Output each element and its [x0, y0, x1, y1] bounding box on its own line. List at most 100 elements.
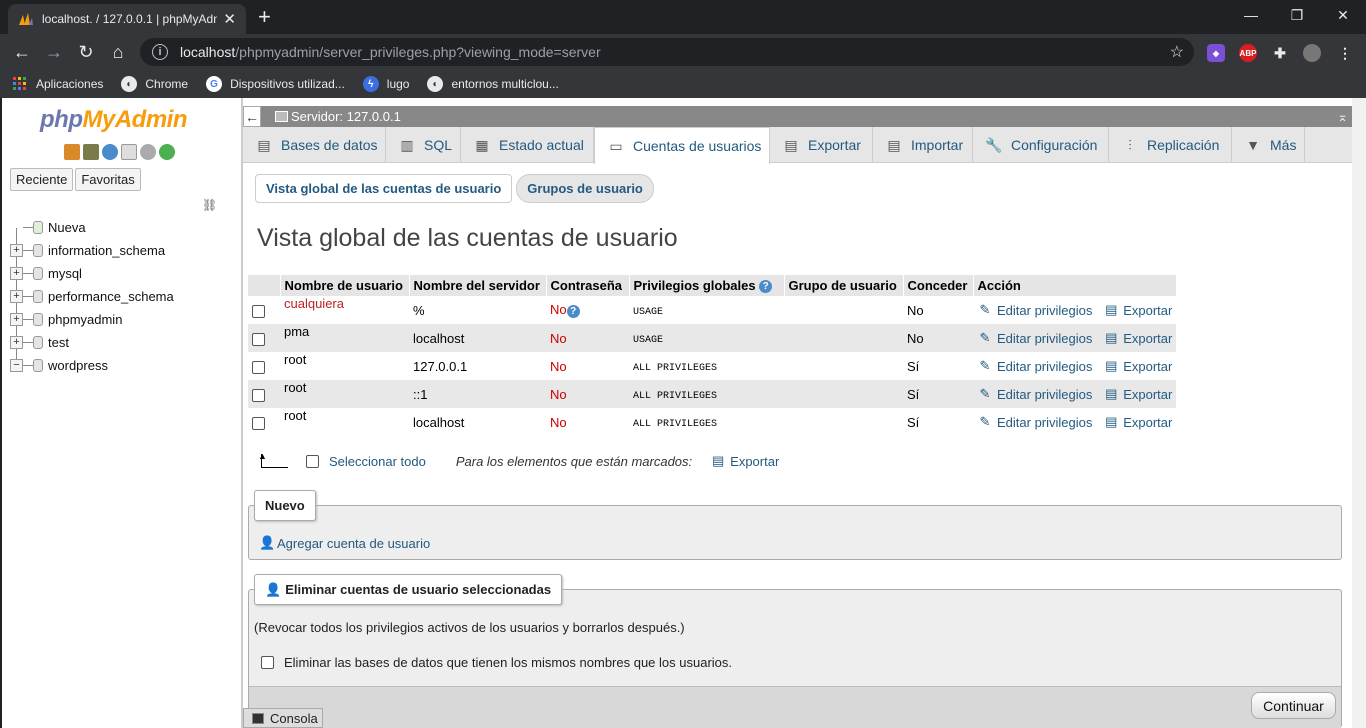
expand-icon[interactable]: +	[10, 313, 23, 326]
form-footer	[249, 686, 1341, 728]
console-toggle[interactable]: Consola	[243, 708, 323, 728]
tab-user-accounts[interactable]: ▭ Cuentas de usuarios	[594, 127, 770, 164]
docs-icon[interactable]	[121, 144, 137, 160]
header-user-group[interactable]: Grupo de usuario	[784, 275, 904, 296]
forward-icon[interactable]: →	[41, 40, 67, 64]
tab-title: localhost. / 127.0.0.1 | phpMyAdn	[42, 12, 218, 26]
tab-replication[interactable]: ⫶ Replicación	[1109, 127, 1232, 163]
export-link[interactable]: ▤ Exportar	[1103, 386, 1172, 402]
expand-icon[interactable]: +	[10, 244, 23, 257]
phpmyadmin-logo[interactable]: phpMyAdmin	[40, 106, 187, 134]
collapse-icon[interactable]: −	[10, 359, 23, 372]
tab-import[interactable]: ▤ Importar	[873, 127, 973, 163]
export-link[interactable]: ▤ Exportar	[1103, 330, 1172, 346]
drop-db-checkbox[interactable]	[261, 656, 274, 669]
subtab-user-groups[interactable]: Grupos de usuario	[516, 174, 654, 203]
export-link[interactable]: ▤ Exportar	[1103, 302, 1172, 318]
window-close-icon[interactable]: ✕	[1320, 0, 1366, 30]
edit-privileges-link[interactable]: ✎ Editar privilegios	[977, 302, 1093, 318]
export-link[interactable]: ▤ Exportar	[1103, 358, 1172, 374]
tree-item-performance-schema[interactable]: + performance_schema	[10, 285, 174, 308]
edit-privileges-link[interactable]: ✎ Editar privilegios	[977, 414, 1093, 430]
page-scrollbar[interactable]	[1352, 98, 1366, 728]
tab-export[interactable]: ▤ Exportar	[770, 127, 873, 163]
expand-icon[interactable]: +	[10, 290, 23, 303]
profile-avatar[interactable]	[1303, 44, 1321, 62]
scroll-top-icon[interactable]: ⌅	[1337, 109, 1348, 125]
home-icon[interactable]	[64, 144, 80, 160]
header-action: Acción	[973, 275, 1177, 296]
add-user-link[interactable]: 👤 Agregar cuenta de usuario	[259, 535, 430, 551]
navigation-pane: phpMyAdmin Reciente Favoritas ⛓ Nueva + …	[2, 98, 241, 728]
site-info-icon[interactable]: i	[152, 44, 168, 60]
header-password[interactable]: Contraseña	[546, 275, 630, 296]
tree-item-mysql[interactable]: + mysql	[10, 262, 174, 285]
header-global-privileges[interactable]: Privilegios globales ?	[629, 275, 785, 296]
bookmark-chrome[interactable]: ◐ Chrome	[121, 76, 188, 92]
link-chain-icon[interactable]: ⛓	[202, 198, 217, 212]
export-selected-button[interactable]: ▤ Exportar	[710, 453, 779, 469]
tree-item-wordpress[interactable]: − wordpress	[10, 354, 174, 377]
bookmark-lugo[interactable]: ϟ lugo	[362, 76, 409, 92]
expand-icon[interactable]: +	[10, 336, 23, 349]
help-icon[interactable]: ?	[759, 280, 773, 294]
add-user-icon: 👤	[259, 535, 276, 550]
username: root	[284, 407, 307, 423]
extensions-puzzle-icon[interactable]: ✚	[1271, 44, 1289, 62]
subtab-overview[interactable]: Vista global de las cuentas de usuario	[255, 174, 513, 203]
select-all-checkbox[interactable]	[306, 454, 319, 468]
minimize-icon[interactable]: —	[1228, 0, 1274, 30]
extension-cube-icon[interactable]: ◆	[1207, 44, 1225, 62]
reload-icon[interactable]: ↻	[73, 40, 99, 64]
help-icon[interactable]	[102, 144, 118, 160]
help-icon[interactable]: ?	[566, 304, 580, 318]
pane-divider[interactable]	[241, 98, 243, 728]
tree-item-test[interactable]: + test	[10, 331, 174, 354]
browser-tab[interactable]: localhost. / 127.0.0.1 | phpMyAdn ✕	[8, 4, 246, 34]
drop-db-label[interactable]: Eliminar las bases de datos que tienen l…	[284, 655, 732, 670]
back-icon[interactable]: ←	[9, 40, 35, 64]
tab-databases[interactable]: ▤ Bases de datos	[243, 127, 386, 163]
bookmark-dispositivos[interactable]: G Dispositivos utilizad...	[206, 76, 345, 92]
restore-icon[interactable]: ❐	[1274, 0, 1320, 30]
adblock-icon[interactable]: ABP	[1239, 44, 1257, 62]
logout-icon[interactable]	[83, 144, 99, 160]
gear-icon[interactable]	[140, 144, 156, 160]
menu-dots-icon[interactable]: ⋮	[1336, 44, 1354, 62]
tree-item-new[interactable]: Nueva	[10, 216, 174, 239]
bookmark-star-icon[interactable]: ☆	[1170, 42, 1184, 62]
header-username[interactable]: Nombre de usuario	[280, 275, 410, 296]
tab-recent[interactable]: Reciente	[10, 168, 74, 191]
row-checkbox[interactable]	[252, 304, 265, 318]
row-select-cell	[248, 324, 280, 352]
new-tab-button[interactable]: +	[258, 4, 271, 30]
edit-privileges-link[interactable]: ✎ Editar privilegios	[977, 330, 1093, 346]
tab-settings[interactable]: 🔧 Configuración	[973, 127, 1109, 163]
select-all-label[interactable]: Seleccionar todo	[329, 454, 426, 469]
bookmark-entornos[interactable]: ◐ entornos multiclou...	[427, 76, 559, 92]
breadcrumb-server[interactable]: Servidor: 127.0.0.1	[291, 109, 401, 124]
row-checkbox[interactable]	[252, 332, 265, 346]
header-grant[interactable]: Conceder	[903, 275, 974, 296]
close-tab-icon[interactable]: ✕	[223, 10, 236, 28]
collapse-navigation-icon[interactable]: ←	[243, 106, 261, 127]
export-link[interactable]: ▤ Exportar	[1103, 414, 1172, 430]
tree-item-phpmyadmin[interactable]: + phpmyadmin	[10, 308, 174, 331]
address-bar[interactable]: i localhost/phpmyadmin/server_privileges…	[140, 38, 1194, 66]
row-checkbox[interactable]	[252, 360, 265, 374]
row-checkbox[interactable]	[252, 388, 265, 402]
continue-button[interactable]: Continuar	[1251, 692, 1336, 719]
home-icon[interactable]: ⌂	[105, 40, 131, 64]
bookmark-aplicaciones[interactable]: Aplicaciones	[12, 76, 103, 92]
expand-icon[interactable]: +	[10, 267, 23, 280]
row-checkbox[interactable]	[252, 416, 265, 430]
tab-sql[interactable]: ▥ SQL	[386, 127, 461, 163]
reload-icon[interactable]	[159, 144, 175, 160]
tab-more[interactable]: ▼ Más	[1232, 127, 1305, 163]
header-hostname[interactable]: Nombre del servidor	[409, 275, 547, 296]
edit-privileges-link[interactable]: ✎ Editar privilegios	[977, 358, 1093, 374]
tab-favorites[interactable]: Favoritas	[75, 168, 141, 191]
tab-status[interactable]: ▦ Estado actual	[461, 127, 594, 163]
edit-privileges-link[interactable]: ✎ Editar privilegios	[977, 386, 1093, 402]
tree-item-information-schema[interactable]: + information_schema	[10, 239, 174, 262]
